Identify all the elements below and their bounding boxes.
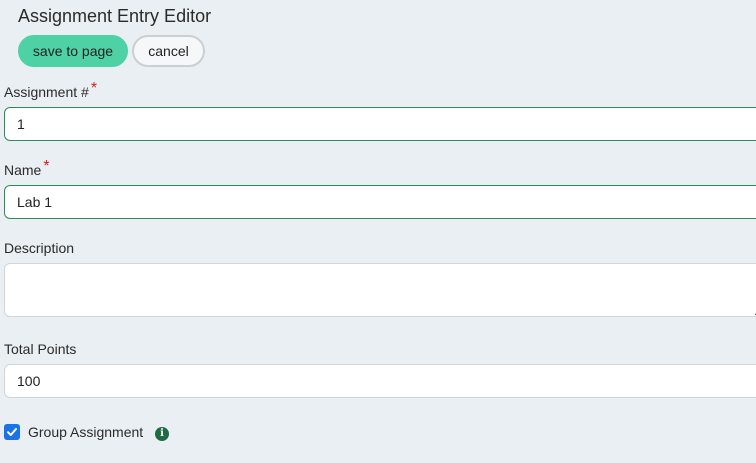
description-label: Description xyxy=(4,240,75,256)
required-asterisk: * xyxy=(90,80,98,97)
name-input[interactable] xyxy=(4,185,756,219)
assignment-number-label: Assignment # * xyxy=(4,81,97,101)
assignment-number-label-text: Assignment # xyxy=(4,84,89,100)
description-textarea[interactable] xyxy=(4,263,756,317)
name-label-text: Name xyxy=(4,162,42,178)
cancel-button[interactable]: cancel xyxy=(132,35,205,67)
group-assignment-label[interactable]: Group Assignment xyxy=(28,424,143,440)
group-assignment-checkbox[interactable] xyxy=(4,424,20,440)
total-points-input[interactable] xyxy=(4,364,756,398)
required-asterisk: * xyxy=(43,158,50,175)
name-label: Name * xyxy=(4,159,50,179)
total-points-label: Total Points xyxy=(4,341,77,357)
page-title: Assignment Entry Editor xyxy=(18,6,212,26)
info-circle-icon[interactable]: i xyxy=(155,427,169,441)
assignment-number-input[interactable] xyxy=(4,107,756,141)
save-to-page-button[interactable]: save to page xyxy=(18,35,128,67)
checkmark-icon xyxy=(7,428,17,436)
